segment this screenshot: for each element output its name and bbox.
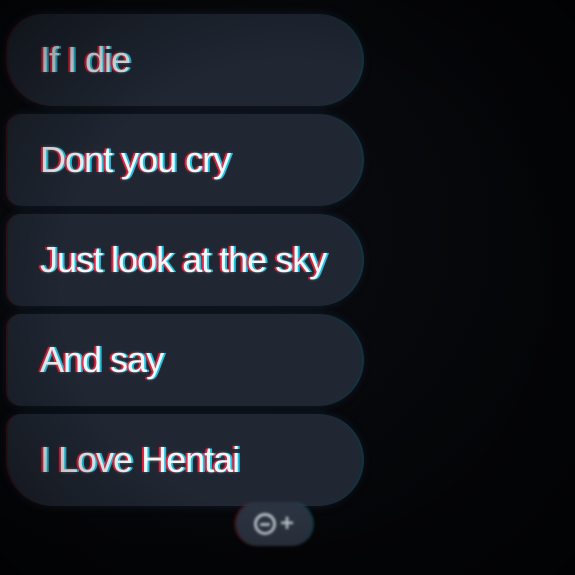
message-text: Just look at the sky [40,239,327,280]
add-reaction-button[interactable]: + [236,502,312,546]
plus-icon: + [279,510,294,537]
message-bubble[interactable]: And say [8,314,363,406]
message-list: If I die Dont you cry Just look at the s… [8,14,363,506]
message-bubble[interactable]: Just look at the sky [8,214,363,306]
message-text: Dont you cry [40,139,231,180]
message-bubble[interactable]: If I die [8,14,363,106]
message-bubble[interactable]: I Love Hentai [8,414,363,506]
message-text: I Love Hentai [40,439,240,480]
message-bubble[interactable]: Dont you cry [8,114,363,206]
message-text: And say [40,339,164,380]
message-text: If I die [40,39,131,80]
add-emoji-icon [253,513,276,535]
